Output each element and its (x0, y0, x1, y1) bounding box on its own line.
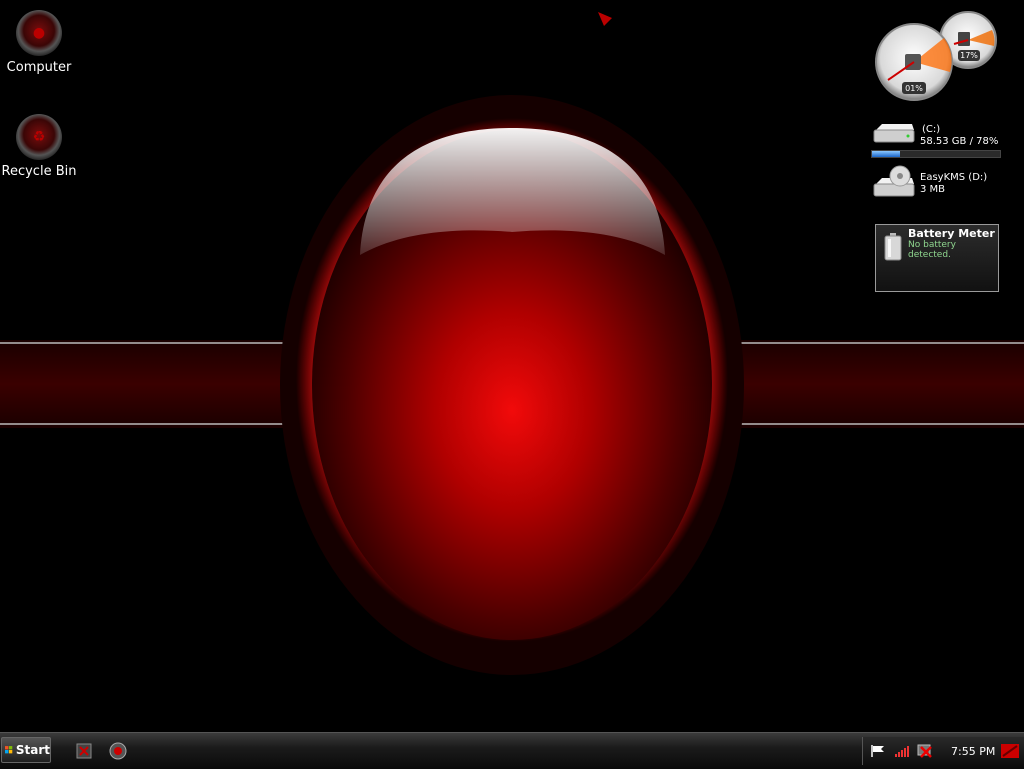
quick-launch-show-desktop-icon[interactable] (74, 741, 94, 761)
drive-d-info: 3 MB (920, 184, 946, 195)
drive-c-info: 58.53 GB / 78% (920, 136, 999, 147)
desktop-icon-recycle-bin[interactable]: ♻ Recycle Bin (0, 114, 78, 179)
battery-status: No battery detected. (908, 240, 956, 260)
clock[interactable]: 7:55 PM (951, 745, 995, 758)
network-disconnected-icon[interactable] (917, 743, 933, 759)
recycle-bin-icon: ♻ (16, 114, 62, 160)
drive-c-usage-bar (871, 150, 1001, 158)
desktop-icon-label: Recycle Bin (1, 164, 77, 179)
alienware-wallpaper (0, 0, 1024, 732)
start-button[interactable]: Start (1, 737, 51, 763)
drive-c-icon[interactable] (872, 122, 916, 146)
start-label: Start (15, 743, 50, 757)
desktop-icon-label: Computer (6, 60, 72, 75)
cpu-meter-gadget[interactable]: 01% 17% (874, 8, 1000, 104)
desktop-icon-computer[interactable]: ● Computer (0, 10, 78, 75)
cpu-usage-label: 01% (905, 84, 923, 93)
computer-icon: ● (16, 10, 62, 56)
drive-d-name: EasyKMS (D:) (920, 172, 988, 183)
windows-logo-icon (5, 746, 13, 754)
taskbar: Start 7:55 PM (0, 732, 1024, 769)
signal-icon[interactable] (895, 744, 911, 758)
drive-c-usage-fill (872, 151, 901, 157)
quick-launch-browser-icon[interactable] (108, 741, 128, 761)
drive-c-name: (C:) (922, 124, 941, 135)
battery-icon (884, 233, 902, 261)
flag-icon[interactable] (871, 745, 885, 757)
drive-d-icon[interactable] (870, 164, 918, 200)
system-tray: 7:55 PM (862, 737, 1024, 765)
battery-meter-title: Battery Meter (908, 227, 995, 240)
show-desktop-icon[interactable] (1001, 744, 1019, 758)
memory-usage-label: 17% (960, 51, 978, 60)
battery-meter-gadget[interactable]: Battery Meter No battery detected. (875, 224, 999, 292)
